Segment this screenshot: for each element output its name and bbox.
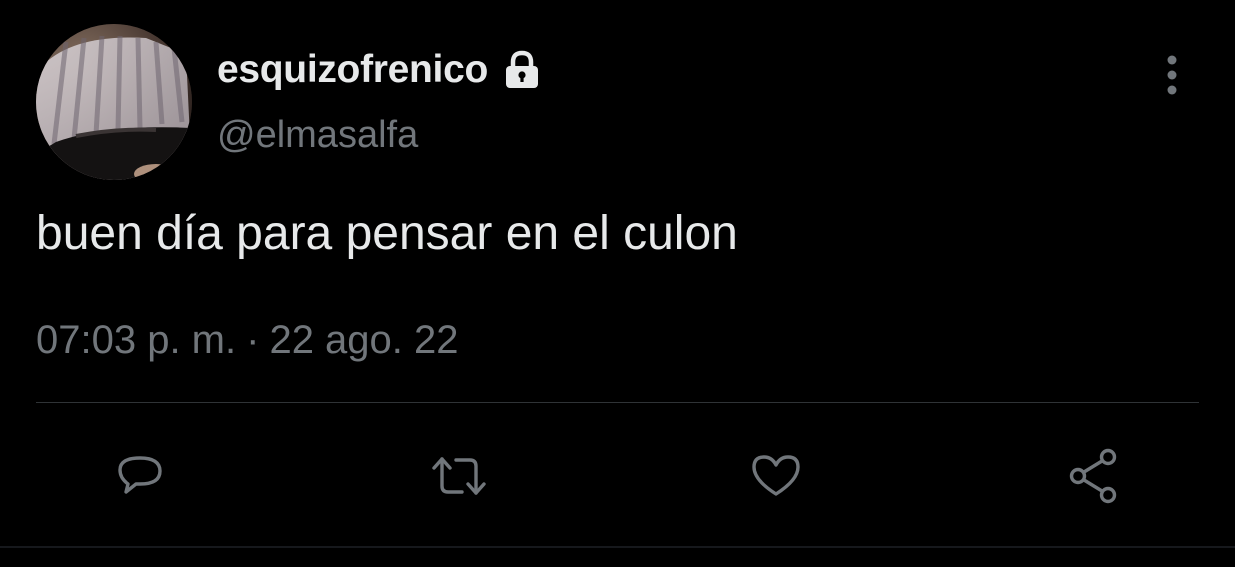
lock-icon xyxy=(500,48,544,92)
user-handle[interactable]: @elmasalfa xyxy=(217,114,544,157)
avatar[interactable] xyxy=(36,24,192,180)
reply-button[interactable] xyxy=(100,438,180,514)
heart-icon xyxy=(752,455,800,496)
retweet-button[interactable] xyxy=(419,438,499,514)
tweet-card: esquizofrenico @elmasalfa buen día para … xyxy=(0,0,1235,567)
tweet-text: buen día para pensar en el culon xyxy=(36,207,738,260)
vertical-dots-icon xyxy=(1167,55,1177,95)
display-name[interactable]: esquizofrenico xyxy=(217,48,488,92)
action-bar xyxy=(0,438,1235,514)
more-options-button[interactable] xyxy=(1150,50,1194,100)
tweet-time: 07:03 p. m. xyxy=(36,318,237,362)
speech-bubble-icon xyxy=(118,456,162,494)
share-nodes-icon xyxy=(1069,448,1117,504)
like-button[interactable] xyxy=(736,438,816,514)
user-names: esquizofrenico @elmasalfa xyxy=(217,44,544,157)
display-name-row: esquizofrenico xyxy=(217,44,544,96)
avatar-photo xyxy=(36,24,192,180)
share-button[interactable] xyxy=(1054,438,1134,514)
tweet-date: 22 ago. 22 xyxy=(269,318,459,362)
meta-separator: · xyxy=(246,318,260,362)
retweet-arrows-icon xyxy=(432,457,486,495)
divider xyxy=(36,402,1199,403)
tweet-timestamp[interactable]: 07:03 p. m. · 22 ago. 22 xyxy=(36,318,459,363)
bottom-divider xyxy=(0,546,1235,548)
